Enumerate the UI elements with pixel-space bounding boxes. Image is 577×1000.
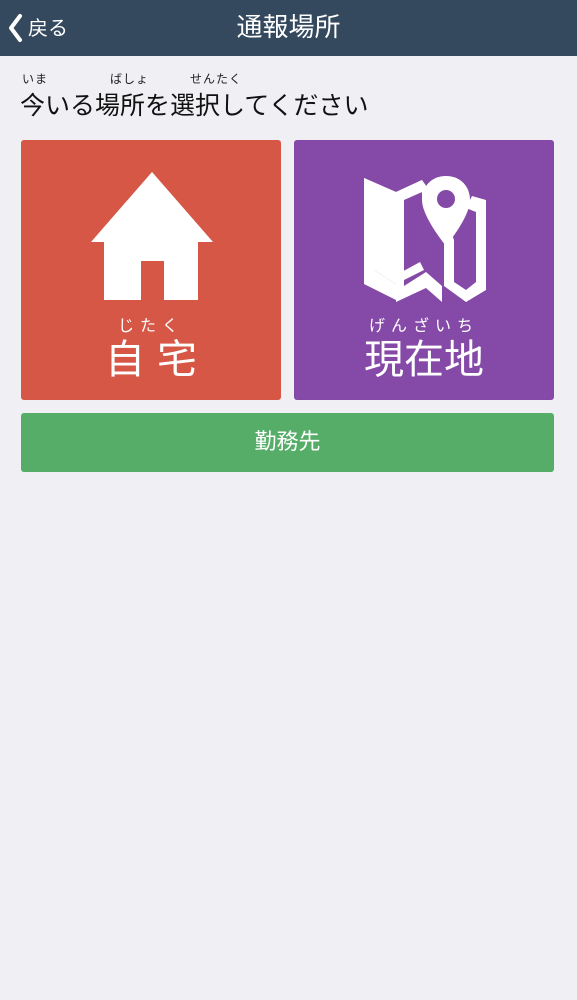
map-pin-icon	[364, 176, 486, 302]
chevron-left-icon	[9, 14, 22, 42]
ruby-ima: いま	[22, 72, 49, 86]
instruction-ruby: いま ばしょ せんたく	[0, 70, 577, 86]
current-location-tile-ruby: げんざいち	[368, 316, 479, 335]
navigation-bar: 戻る 通報場所	[0, 0, 577, 56]
home-tile-ruby: じたく	[117, 316, 184, 335]
current-location-tile-label: 現在地	[364, 337, 484, 383]
home-tile-label: 自宅	[105, 337, 209, 383]
home-tile-button[interactable]: じたく 自宅	[21, 140, 281, 400]
instruction-text: 今いる場所を選択してください	[20, 91, 369, 120]
ruby-sentaku: せんたく	[190, 72, 243, 86]
page-title: 通報場所	[236, 13, 341, 43]
back-button[interactable]: 戻る	[6, 0, 68, 56]
ruby-basho: ばしょ	[110, 72, 150, 86]
workplace-button[interactable]: 勤務先	[21, 413, 554, 472]
house-icon	[91, 172, 213, 300]
current-location-tile-button[interactable]: げんざいち 現在地	[294, 140, 554, 400]
back-button-label: 戻る	[28, 16, 68, 40]
